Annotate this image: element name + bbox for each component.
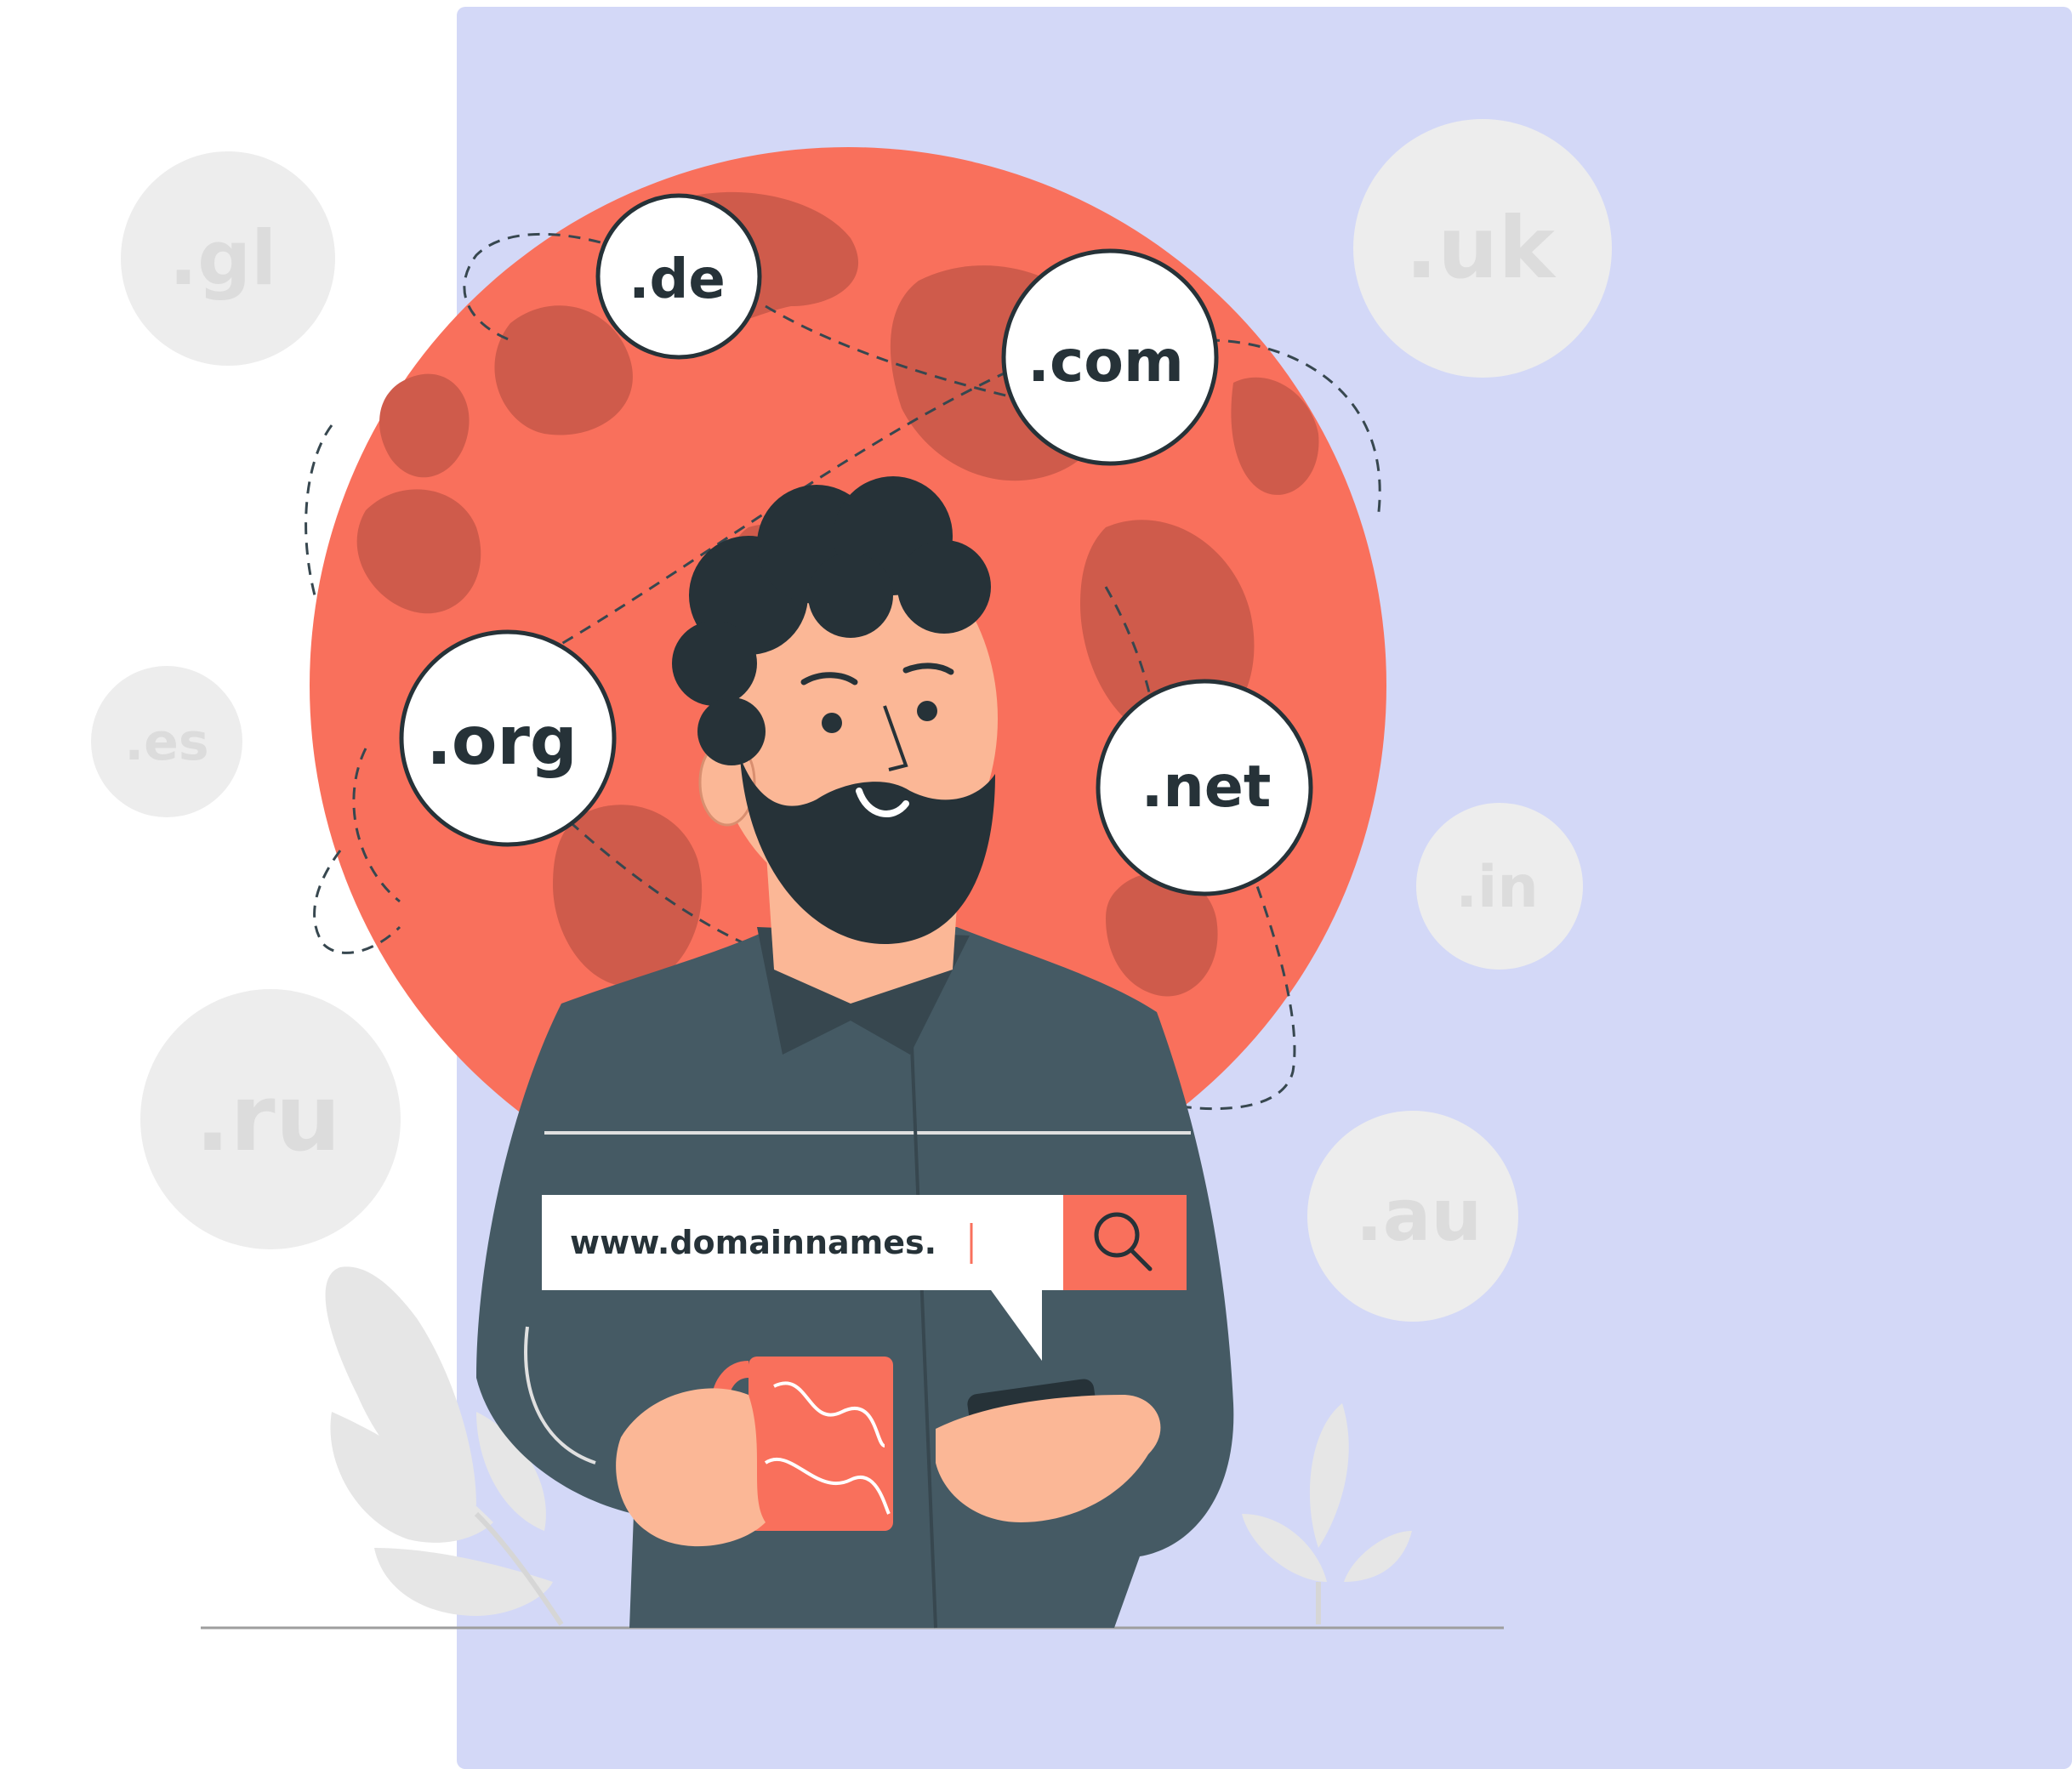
bubble-net-label: .net	[1141, 754, 1272, 821]
bubble-com-label: .com	[1027, 328, 1184, 395]
faded-bubble-ru-label: .ru	[195, 1066, 340, 1172]
faded-bubble-in-label: .in	[1455, 854, 1539, 921]
faded-bubble-gl: .gl	[121, 151, 335, 366]
faded-bubble-in: .in	[1416, 803, 1583, 970]
domain-names-illustration: .gl .es .ru .uk .in .au .de .com .org .n…	[91, 7, 2072, 1769]
faded-bubble-es-label: .es	[124, 713, 208, 772]
bubble-de: .de	[595, 193, 762, 360]
bubble-de-label: .de	[629, 248, 726, 311]
bubble-com: .com	[1001, 248, 1219, 466]
faded-bubble-uk: .uk	[1353, 119, 1612, 378]
bubble-net: .net	[1096, 679, 1313, 896]
illustration-stage: .gl .es .ru .uk .in .au .de .com .org .n…	[0, 0, 2072, 1769]
eye-left	[822, 713, 842, 733]
faded-bubble-uk-label: .uk	[1405, 198, 1557, 298]
bubble-org: .org	[399, 629, 617, 847]
faded-bubble-au: .au	[1307, 1111, 1518, 1322]
bubble-org-label: .org	[426, 703, 578, 780]
search-button[interactable]	[1063, 1195, 1187, 1290]
faded-bubble-au-label: .au	[1356, 1174, 1482, 1257]
faded-bubble-ru: .ru	[140, 989, 401, 1249]
search-input-value: www.domainnames.	[570, 1224, 936, 1261]
eye-right	[917, 701, 937, 721]
faded-bubble-es: .es	[91, 666, 242, 817]
faded-bubble-gl-label: .gl	[169, 214, 277, 302]
